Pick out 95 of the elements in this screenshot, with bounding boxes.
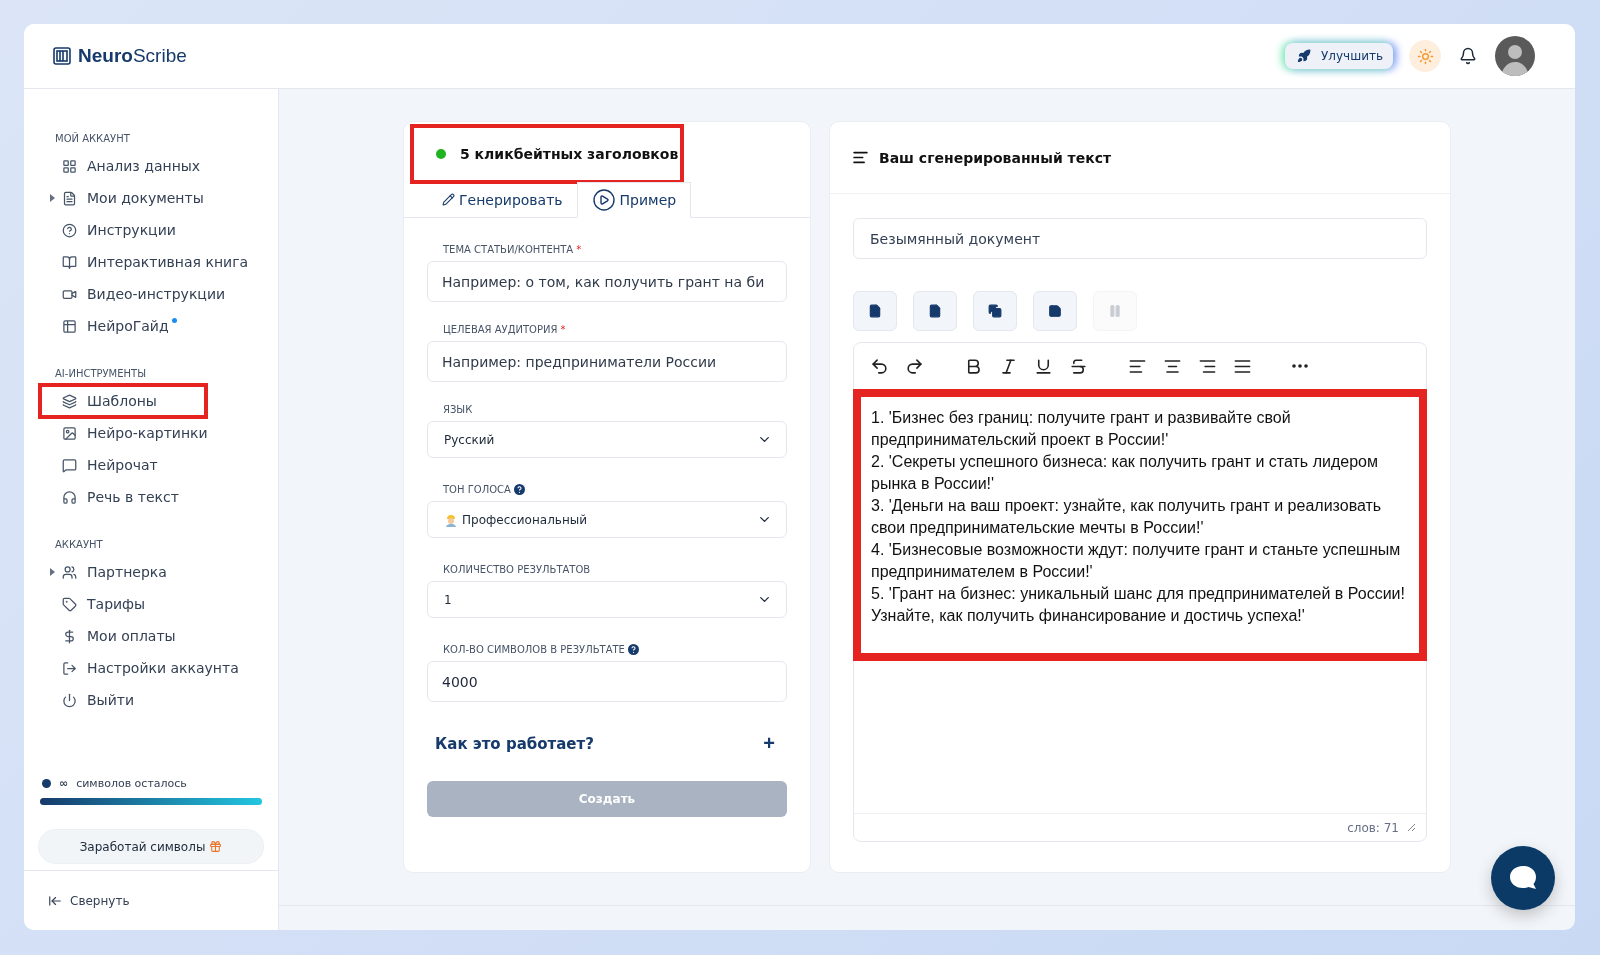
sidebar-item[interactable]: Настройки аккаунта — [38, 652, 264, 684]
document-name-field[interactable]: Безымянный документ — [853, 218, 1427, 259]
template-title: 5 кликбейтных заголовков — [412, 126, 682, 182]
earn-symbols-button[interactable]: Заработай символы — [38, 829, 264, 864]
field-label: ТЕМА СТАТЬИ/КОНТЕНТА * — [442, 244, 583, 255]
sun-icon — [1416, 47, 1434, 65]
pause-icon — [1108, 304, 1122, 318]
symbols-label: символов осталось — [76, 777, 187, 790]
input-field[interactable]: Например: предприниматели России — [427, 341, 787, 382]
sidebar-item[interactable]: Речь в текст — [38, 481, 264, 513]
chat-bubble-icon — [1508, 864, 1538, 892]
layers-icon — [62, 393, 77, 409]
file-icon — [928, 304, 942, 318]
sidebar-item[interactable]: Мои документы — [38, 182, 264, 214]
headphones-icon — [62, 489, 77, 505]
generated-text: 1. 'Бизнес без границ: получите грант и развивайте свой предпринимательский проект в России!' 2. 'Секреты успешного бизнеса: как получить грант и стать лидером рынка в России!' 3. 'Деньги на ваш проект: узнайте, как получить грант и реализовать свои предпринимательские мечты в России!' 4. 'Бизнесовые возможности ждут: получите грант и станьте успешным предпринимателем в России!' 5. 'Грант на бизнес: уникальный шанс для предпринимателей в России! Узнайте, как получить финансирование и достичь успеха!' — [853, 389, 1427, 661]
play-icon — [591, 188, 616, 212]
field-label: ЦЕЛЕВАЯ АУДИТОРИЯ * — [442, 324, 567, 335]
expand-button[interactable]: + — [763, 732, 775, 755]
sidebar-item[interactable]: Нейрочат — [38, 449, 264, 481]
output-title: Ваш сгенерированный текст — [879, 149, 1112, 166]
text-icon — [852, 149, 869, 166]
sidebar-item[interactable]: Видео-инструкции — [38, 278, 264, 310]
how-it-works-link[interactable]: Как это работает? — [435, 734, 594, 753]
save-icon — [1048, 304, 1062, 318]
pencil-icon — [442, 193, 455, 206]
tab[interactable]: Пример — [576, 182, 692, 218]
resize-handle-icon[interactable] — [1407, 823, 1416, 832]
section-title: AI-ИНСТРУМЕНТЫ — [54, 368, 147, 379]
sidebar-item[interactable]: Партнерка — [38, 556, 264, 588]
select-field[interactable]: 1 — [427, 581, 787, 618]
sidebar-item[interactable]: Шаблоны — [40, 385, 206, 417]
sidebar-item[interactable]: Анализ данных — [38, 150, 264, 182]
dollar-icon — [62, 628, 77, 644]
help-icon[interactable] — [513, 484, 525, 495]
tab[interactable]: Генерировать — [428, 182, 577, 217]
underline-icon — [1034, 356, 1053, 376]
collapse-icon — [48, 893, 62, 908]
sidebar-item[interactable]: Тарифы — [38, 588, 264, 620]
avatar[interactable] — [1495, 36, 1535, 76]
italic-icon — [999, 356, 1018, 376]
table-icon — [62, 318, 77, 334]
image-icon — [62, 425, 77, 441]
users-icon — [62, 564, 77, 580]
undo-icon — [870, 356, 889, 376]
chat-icon — [62, 457, 77, 473]
save-button[interactable] — [1033, 291, 1077, 331]
help-icon — [62, 222, 77, 238]
logo-icon — [52, 46, 72, 66]
bell-icon — [1459, 47, 1477, 65]
sidebar-item[interactable]: Интерактивная книга — [38, 246, 264, 278]
select-field[interactable]: Русский — [427, 421, 787, 458]
theme-toggle[interactable] — [1409, 40, 1441, 72]
worker-icon — [444, 512, 458, 527]
notification-dot — [171, 318, 177, 323]
word-count: слов: 71 — [1347, 820, 1399, 835]
sidebar-item[interactable]: Нейро-картинки — [38, 417, 264, 449]
exit-icon — [62, 660, 77, 676]
sidebar-item[interactable]: Мои оплаты — [38, 620, 264, 652]
collapse-button[interactable]: Свернуть — [24, 870, 278, 930]
caret-icon — [50, 194, 55, 202]
status-dot — [436, 149, 446, 159]
infinity-sign: ∞ — [59, 777, 69, 790]
chat-button[interactable] — [1491, 846, 1555, 910]
strikethrough-icon — [1069, 356, 1088, 376]
grid-icon — [62, 158, 77, 174]
caret-icon — [50, 568, 55, 576]
sidebar-item[interactable]: НейроГайд — [38, 310, 264, 342]
field-label: КОЛ-ВО СИМВОЛОВ В РЕЗУЛЬТАТЕ — [427, 644, 787, 655]
help-icon[interactable] — [627, 644, 639, 655]
input-field[interactable]: 4000 — [427, 661, 787, 702]
field-label: ТОН ГОЛОСА — [427, 484, 787, 495]
tag-icon — [62, 596, 77, 612]
power-icon — [62, 692, 77, 708]
sidebar-item[interactable]: Инструкции — [38, 214, 264, 246]
file-button[interactable] — [913, 291, 957, 331]
field-label: ЯЗЫК — [442, 404, 474, 415]
rocket-icon — [1297, 49, 1311, 63]
input-field[interactable]: Например: о том, как получить грант на би — [427, 261, 787, 302]
sidebar-item[interactable]: Выйти — [38, 684, 264, 716]
section-title: АККАУНТ — [54, 539, 104, 550]
more-icon — [1292, 364, 1308, 368]
upgrade-button[interactable]: Улучшить — [1285, 43, 1393, 69]
field-label: КОЛИЧЕСТВО РЕЗУЛЬТАТОВ — [442, 564, 592, 575]
status-dot — [42, 779, 51, 788]
copy-button[interactable] — [973, 291, 1017, 331]
gift-icon — [209, 840, 223, 853]
app-logo[interactable]: NeuroScribe — [78, 45, 187, 67]
book-icon — [62, 254, 77, 270]
copy-icon — [988, 304, 1002, 318]
section-title: МОЙ АККАУНТ — [54, 133, 131, 144]
select-field[interactable]: Профессиональный — [427, 501, 787, 538]
more-button[interactable] — [1290, 362, 1310, 370]
document-icon — [62, 190, 77, 206]
redo-icon — [905, 356, 924, 376]
